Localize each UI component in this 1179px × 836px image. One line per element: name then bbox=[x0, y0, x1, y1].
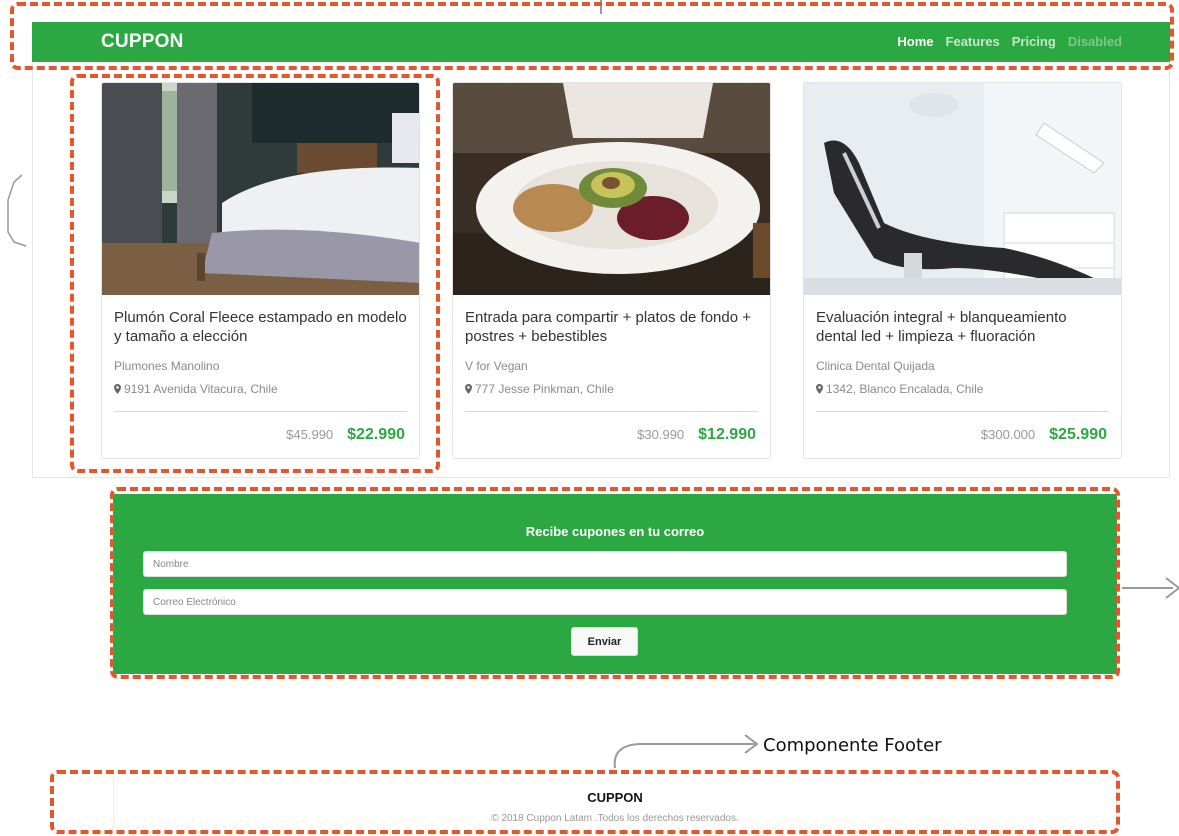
card-connector-line bbox=[7, 174, 27, 247]
annotation-connectors bbox=[7, 0, 1179, 769]
footer-connector-line bbox=[613, 743, 755, 769]
